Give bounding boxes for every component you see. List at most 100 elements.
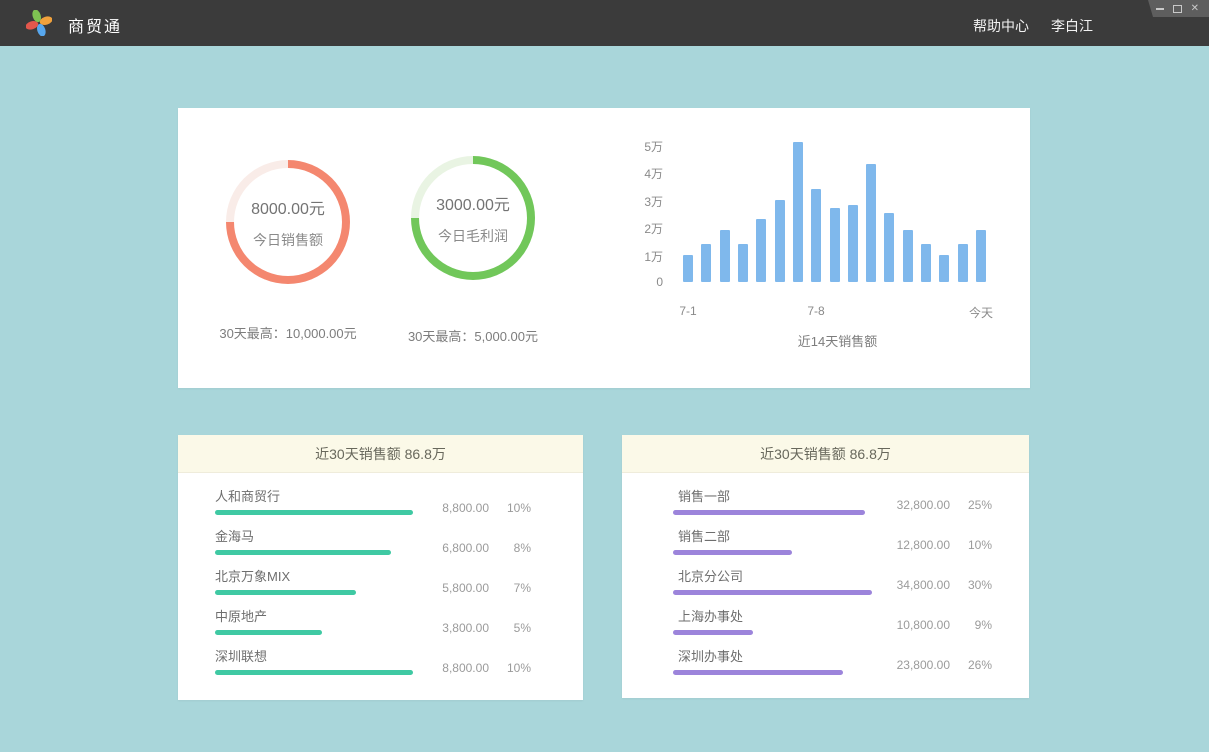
rank-item-bar xyxy=(215,670,413,675)
sales-bar xyxy=(921,244,931,282)
sales-bar xyxy=(775,200,785,282)
rank-item-values: 3,800.00 5% xyxy=(425,621,531,635)
sales-bar xyxy=(830,208,840,282)
today-profit-value: 3000.00元 xyxy=(436,191,510,215)
rank-item-percent: 8% xyxy=(501,541,531,555)
rank-item-percent: 5% xyxy=(501,621,531,635)
rank-row: 上海办事处10,800.009% xyxy=(673,609,992,635)
rank-row: 人和商贸行8,800.0010% xyxy=(215,489,531,515)
rank-item-values: 12,800.00 10% xyxy=(886,538,992,552)
customer-rank-title: 近30天销售额 86.8万 xyxy=(178,435,583,473)
department-rank-list: 销售一部32,800.0025%销售二部12,800.0010%北京分公司34,… xyxy=(622,473,1029,675)
sales-bar xyxy=(848,205,858,282)
rank-item-percent: 10% xyxy=(501,501,531,515)
department-rank-title: 近30天销售额 86.8万 xyxy=(622,435,1029,473)
rank-item-bar xyxy=(673,630,753,635)
rank-item-values: 8,800.00 10% xyxy=(425,661,531,675)
maximize-icon[interactable] xyxy=(1173,5,1182,13)
rank-item-values: 8,800.00 10% xyxy=(425,501,531,515)
department-rank-card: 近30天销售额 86.8万 销售一部32,800.0025%销售二部12,800… xyxy=(622,435,1029,698)
sales-bar xyxy=(756,219,766,282)
rank-row: 金海马6,800.008% xyxy=(215,529,531,555)
customer-rank-card: 近30天销售额 86.8万 人和商贸行8,800.0010%金海马6,800.0… xyxy=(178,435,583,700)
rank-row: 深圳联想8,800.0010% xyxy=(215,649,531,675)
rank-item-percent: 7% xyxy=(501,581,531,595)
today-sales-label: 今日销售额 xyxy=(253,230,323,250)
sales-bar xyxy=(793,142,803,282)
sales-bar xyxy=(738,244,748,282)
today-profit-donut: 3000.00元 今日毛利润 xyxy=(411,156,535,280)
y-axis-tick: 5万 xyxy=(618,138,663,155)
rank-item-values: 10,800.00 9% xyxy=(886,618,992,632)
rank-item-amount: 3,800.00 xyxy=(425,621,489,635)
rank-item-amount: 12,800.00 xyxy=(886,538,950,552)
close-icon[interactable]: ✕ xyxy=(1191,4,1199,14)
rank-item-percent: 26% xyxy=(962,658,992,672)
rank-item-amount: 5,800.00 xyxy=(425,581,489,595)
bars-area xyxy=(683,141,986,282)
y-axis-tick: 0 xyxy=(618,275,663,289)
rank-row: 深圳办事处23,800.0026% xyxy=(673,649,992,675)
rank-item-percent: 10% xyxy=(501,661,531,675)
rank-item-percent: 10% xyxy=(962,538,992,552)
window-controls: ✕ xyxy=(1139,0,1209,17)
sales-bar xyxy=(939,255,949,282)
app-title: 商贸通 xyxy=(68,13,122,37)
sales-bar xyxy=(720,230,730,282)
sales-bar xyxy=(884,213,894,282)
y-axis-tick: 4万 xyxy=(618,165,663,182)
y-axis-tick: 3万 xyxy=(618,193,663,210)
y-axis-tick: 2万 xyxy=(618,220,663,237)
rank-item-percent: 9% xyxy=(962,618,992,632)
sales-bar xyxy=(958,244,968,282)
rank-item-values: 32,800.00 25% xyxy=(886,498,992,512)
rank-item-amount: 34,800.00 xyxy=(886,578,950,592)
rank-item-amount: 32,800.00 xyxy=(886,498,950,512)
rank-item-bar xyxy=(673,590,872,595)
rank-row: 中原地产3,800.005% xyxy=(215,609,531,635)
rank-row: 销售一部32,800.0025% xyxy=(673,489,992,515)
customer-rank-list: 人和商贸行8,800.0010%金海马6,800.008%北京万象MIX5,80… xyxy=(178,473,583,675)
rank-item-percent: 25% xyxy=(962,498,992,512)
sales-bar xyxy=(866,164,876,282)
sales-bar xyxy=(811,189,821,282)
x-axis-tick: 今天 xyxy=(951,304,1011,321)
rank-item-amount: 6,800.00 xyxy=(425,541,489,555)
x-axis-tick: 7-8 xyxy=(786,304,846,318)
user-menu[interactable]: 李白江 xyxy=(1051,16,1093,36)
rank-item-values: 5,800.00 7% xyxy=(425,581,531,595)
rank-item-bar xyxy=(215,630,322,635)
y-axis-tick: 1万 xyxy=(618,248,663,265)
help-center-link[interactable]: 帮助中心 xyxy=(973,16,1029,36)
rank-item-values: 23,800.00 26% xyxy=(886,658,992,672)
sales-bar xyxy=(976,230,986,282)
today-sales-donut: 8000.00元 今日销售额 xyxy=(226,160,350,284)
rank-item-bar xyxy=(215,550,391,555)
rank-item-amount: 10,800.00 xyxy=(886,618,950,632)
rank-item-bar xyxy=(215,590,356,595)
rank-item-values: 6,800.00 8% xyxy=(425,541,531,555)
rank-item-values: 34,800.00 30% xyxy=(886,578,992,592)
rank-item-amount: 23,800.00 xyxy=(886,658,950,672)
x-axis-tick: 7-1 xyxy=(658,304,718,318)
rank-item-amount: 8,800.00 xyxy=(425,501,489,515)
rank-item-amount: 8,800.00 xyxy=(425,661,489,675)
today-profit-label: 今日毛利润 xyxy=(438,226,508,246)
rank-item-bar xyxy=(673,670,843,675)
overview-card: 8000.00元 今日销售额 30天最高：10,000.00元 3000.00元… xyxy=(178,108,1030,388)
sales-bar xyxy=(903,230,913,282)
chart-caption: 近14天销售额 xyxy=(683,331,992,350)
profit-30d-max: 30天最高：5,000.00元 xyxy=(353,326,593,345)
rank-item-bar xyxy=(215,510,413,515)
today-sales-value: 8000.00元 xyxy=(251,195,325,219)
sales-bar xyxy=(683,255,693,282)
rank-row: 北京分公司34,800.0030% xyxy=(673,569,992,595)
sales-bar xyxy=(701,244,711,282)
rank-item-bar xyxy=(673,550,792,555)
rank-item-percent: 30% xyxy=(962,578,992,592)
rank-item-bar xyxy=(673,510,865,515)
minimize-icon[interactable] xyxy=(1156,8,1164,10)
rank-row: 北京万象MIX5,800.007% xyxy=(215,569,531,595)
rank-row: 销售二部12,800.0010% xyxy=(673,529,992,555)
titlebar: 商贸通 帮助中心 李白江 ✕ xyxy=(0,0,1209,46)
